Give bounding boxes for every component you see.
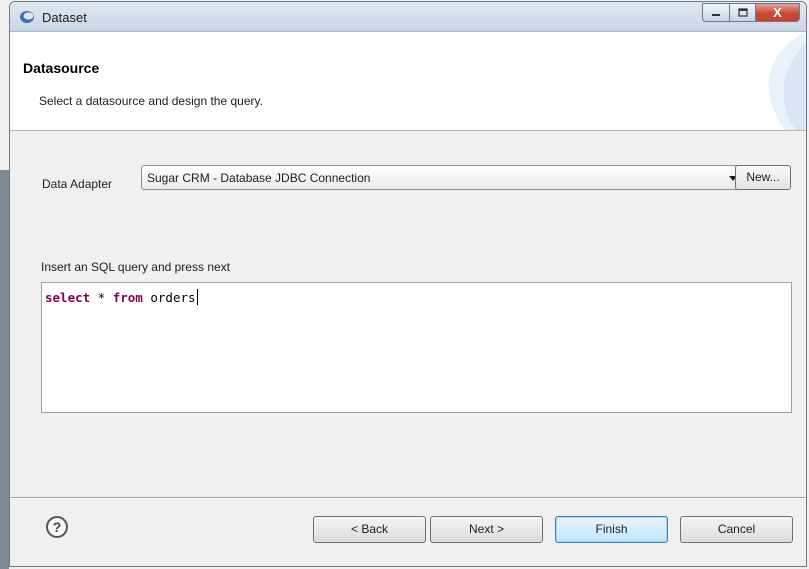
close-icon: X <box>773 5 782 20</box>
cancel-button[interactable]: Cancel <box>680 516 793 543</box>
help-circle-icon[interactable]: ? <box>46 516 68 538</box>
page-description: Select a datasource and design the query… <box>39 94 263 108</box>
data-adapter-value: Sugar CRM - Database JDBC Connection <box>147 171 371 185</box>
title-bar[interactable]: Dataset X <box>10 2 806 32</box>
eclipse-swoosh-icon <box>20 11 34 23</box>
sql-query-label: Insert an SQL query and press next <box>41 260 230 274</box>
sql-keyword-select: select <box>45 290 91 305</box>
dataset-dialog: Dataset X Datasource Select a datasource… <box>9 1 807 567</box>
sql-token: * <box>90 290 113 305</box>
window-controls: X <box>702 3 800 23</box>
back-button[interactable]: < Back <box>313 516 426 543</box>
finish-button[interactable]: Finish <box>555 516 668 543</box>
sql-query-text: select * from orders <box>45 289 198 305</box>
maximize-icon <box>737 8 748 17</box>
data-adapter-label: Data Adapter <box>42 177 113 191</box>
text-caret <box>196 289 198 305</box>
minimize-icon <box>712 13 720 16</box>
minimize-button[interactable] <box>702 3 729 22</box>
sql-token-table: orders <box>142 290 196 305</box>
maximize-button[interactable] <box>729 3 755 22</box>
footer-divider <box>10 497 806 499</box>
sql-query-editor[interactable]: select * from orders <box>41 282 792 413</box>
new-adapter-button[interactable]: New... <box>735 165 791 190</box>
close-button[interactable]: X <box>755 3 800 22</box>
window-title: Dataset <box>42 10 87 25</box>
wizard-header: Datasource Select a datasource and desig… <box>10 32 806 131</box>
header-decoration <box>768 32 806 130</box>
page-title: Datasource <box>23 60 100 76</box>
background-window-edge <box>0 170 9 569</box>
data-adapter-select[interactable]: Sugar CRM - Database JDBC Connection <box>141 165 743 190</box>
sql-keyword-from: from <box>112 290 143 305</box>
next-button[interactable]: Next > <box>430 516 543 543</box>
